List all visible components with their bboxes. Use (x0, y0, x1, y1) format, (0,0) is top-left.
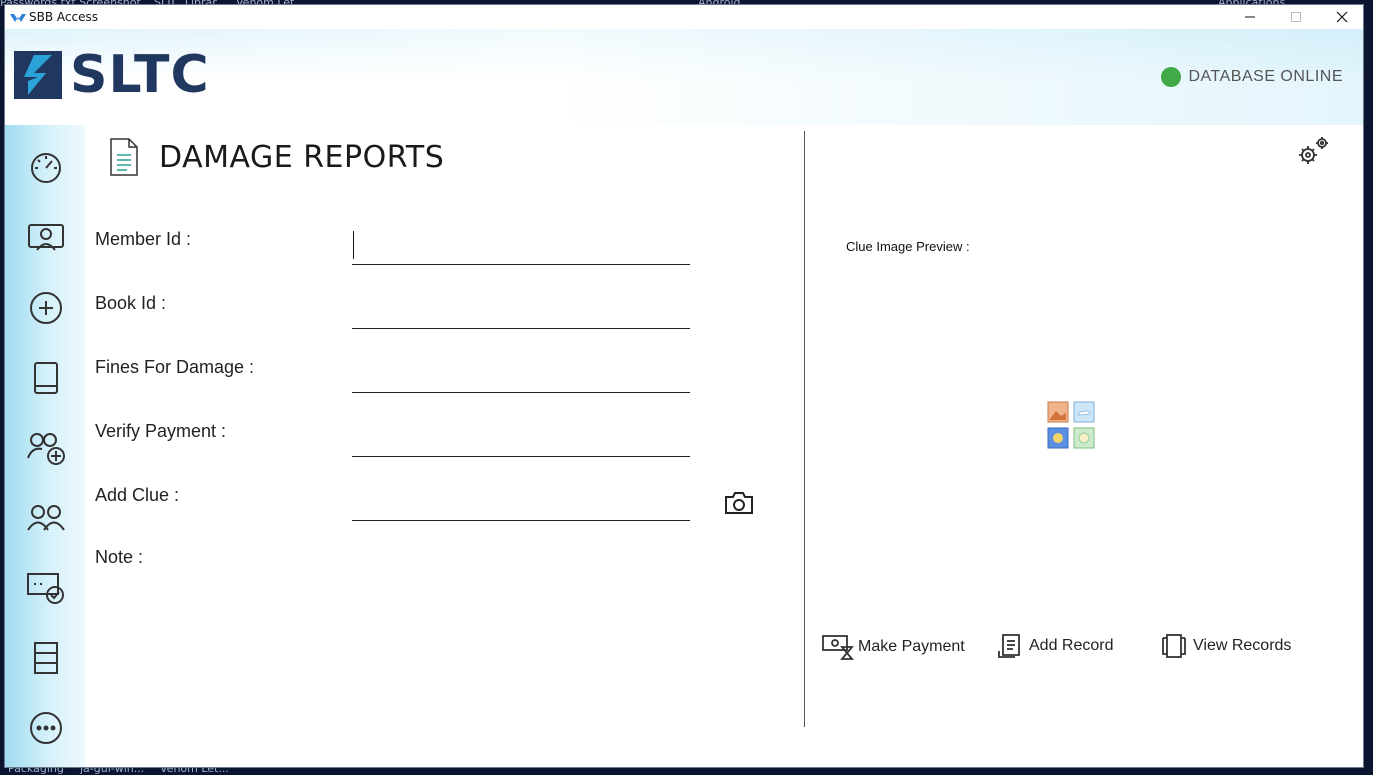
camera-icon (725, 492, 753, 514)
sidebar-item-members[interactable] (25, 497, 67, 539)
app-header: SLTC DATABASE ONLINE (5, 29, 1363, 125)
sidebar-item-add[interactable] (25, 287, 67, 329)
record-icon (998, 634, 1020, 658)
sidebar-item-payments[interactable] (25, 567, 67, 609)
minimize-button[interactable] (1227, 5, 1273, 29)
database-status: DATABASE ONLINE (1160, 67, 1344, 87)
settings-button[interactable] (1297, 133, 1331, 167)
member-card-icon (28, 224, 64, 251)
view-records-label: View Records (1193, 637, 1292, 654)
gear-icon (1299, 137, 1328, 164)
payment-check-icon (27, 573, 64, 604)
dashboard-gauge-icon (31, 153, 61, 183)
book-id-input[interactable] (352, 292, 690, 329)
camera-button[interactable] (723, 487, 755, 519)
minimize-icon (1245, 16, 1255, 18)
close-icon (1336, 11, 1348, 23)
make-payment-label: Make Payment (858, 638, 965, 655)
title-bar: SBB Access (5, 5, 1363, 29)
note-label: Note : (95, 547, 144, 567)
window-title: SBB Access (29, 10, 98, 24)
fines-input[interactable] (352, 356, 690, 393)
app-window: SBB Access SLTC DATABASE ONLINE DAMAGE R… (4, 4, 1364, 768)
view-records-icon (1162, 634, 1186, 658)
more-icon (30, 712, 62, 744)
add-member-icon (27, 433, 65, 465)
sltc-logo: SLTC (14, 49, 210, 101)
sidebar-item-more[interactable] (25, 707, 67, 749)
sidebar-item-add-member[interactable] (25, 427, 67, 469)
view-records-button[interactable]: View Records (1161, 633, 1291, 659)
add-record-label: Add Record (1029, 637, 1114, 654)
add-clue-label: Add Clue : (95, 485, 180, 505)
app-logo-icon (10, 10, 26, 27)
verify-payment-input[interactable] (352, 420, 690, 457)
sltc-logo-icon (14, 51, 62, 99)
sidebar-item-records[interactable] (25, 637, 67, 679)
add-record-button[interactable]: Add Record (997, 633, 1114, 659)
close-button[interactable] (1319, 5, 1363, 29)
sidebar-item-dashboard[interactable] (25, 147, 67, 189)
member-id-input[interactable] (352, 228, 690, 265)
clue-preview-label: Clue Image Preview : (846, 239, 970, 254)
text-cursor (353, 231, 354, 259)
maximize-icon (1291, 12, 1301, 22)
book-id-label: Book Id : (95, 293, 167, 313)
page-header: DAMAGE REPORTS (109, 137, 444, 177)
maximize-button[interactable] (1273, 5, 1319, 29)
clue-image-preview (1047, 401, 1095, 454)
preview-panel: Clue Image Preview : Make Payment Add Re… (805, 125, 1363, 767)
image-placeholder-icon (1047, 401, 1095, 449)
records-stack-icon (34, 642, 58, 674)
damage-report-form: DAMAGE REPORTS Member Id : Book Id : Fin… (85, 125, 805, 767)
verify-payment-label: Verify Payment : (95, 421, 227, 441)
fines-label: Fines For Damage : (95, 357, 255, 377)
book-icon (34, 362, 58, 394)
logo-text: SLTC (70, 45, 210, 105)
status-dot-icon (1160, 67, 1181, 87)
member-id-label: Member Id : (95, 229, 192, 249)
members-icon (27, 505, 65, 531)
document-icon (110, 138, 138, 176)
add-circle-icon (30, 292, 62, 324)
database-status-label: DATABASE ONLINE (1188, 68, 1343, 85)
page-title: DAMAGE REPORTS (159, 139, 445, 175)
payment-hourglass-icon (822, 635, 854, 660)
make-payment-button[interactable]: Make Payment (822, 633, 965, 661)
add-clue-input[interactable] (352, 484, 690, 521)
sidebar-item-books[interactable] (25, 357, 67, 399)
sidebar-item-member-card[interactable] (25, 217, 67, 259)
sidebar (5, 125, 85, 767)
